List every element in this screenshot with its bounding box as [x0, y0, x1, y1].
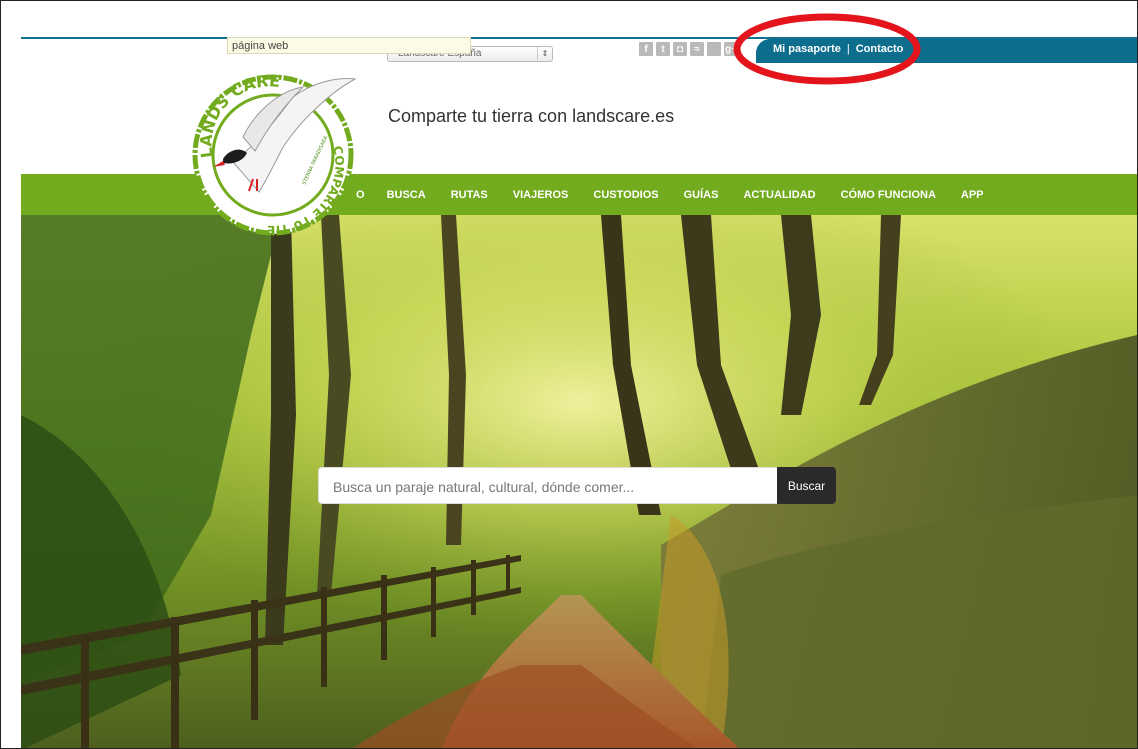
- search-button[interactable]: Buscar: [777, 467, 836, 504]
- nav-item-viajeros[interactable]: VIAJEROS: [513, 189, 569, 201]
- nav-item-custodios[interactable]: CUSTODIOS: [593, 189, 658, 201]
- nav-item-rutas[interactable]: RUTAS: [451, 189, 488, 201]
- twitter-icon[interactable]: t: [656, 42, 670, 56]
- rss-icon[interactable]: ≈: [690, 42, 704, 56]
- instagram-icon[interactable]: ◘: [673, 42, 687, 56]
- nav-item-como-funciona[interactable]: CÓMO FUNCIONA: [841, 189, 936, 201]
- nav-item-guias[interactable]: GUÍAS: [684, 189, 719, 201]
- landscare-logo[interactable]: LANDS CARE COMPARTE TU TIERRA STERNA PAR…: [178, 56, 365, 237]
- logo-graphic: LANDS CARE COMPARTE TU TIERRA STERNA PAR…: [178, 56, 357, 237]
- select-arrows-icon: ⇕: [537, 47, 552, 61]
- search-input[interactable]: [319, 468, 775, 505]
- nav-item-actualidad[interactable]: ACTUALIDAD: [743, 189, 815, 201]
- site-tagline: Comparte tu tierra con landscare.es: [388, 106, 675, 126]
- tooltip: página web: [227, 37, 471, 54]
- nav-item-busca[interactable]: BUSCA: [387, 189, 426, 201]
- facebook-icon[interactable]: f: [639, 42, 653, 56]
- red-annotation-circle: [733, 13, 921, 85]
- social-links: f t ◘ ≈ g+: [639, 42, 738, 56]
- browser-frame: Mi pasaporte|Contacto Landscare España ⇕…: [0, 0, 1138, 749]
- social-icon[interactable]: [707, 42, 721, 56]
- nav-item-app[interactable]: APP: [961, 189, 984, 201]
- search-box: [318, 467, 778, 505]
